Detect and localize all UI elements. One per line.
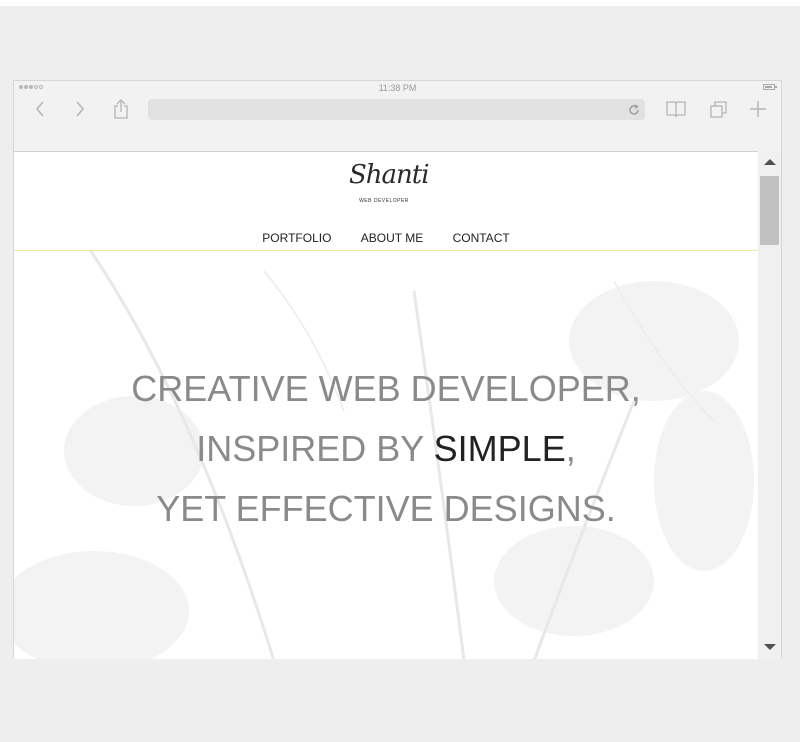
plus-icon[interactable] <box>747 98 769 120</box>
share-icon[interactable] <box>110 98 132 120</box>
site-header: Shanti WEB DEVELOPER PORTFOLIO ABOUT ME … <box>14 152 758 251</box>
nav-item-portfolio[interactable]: PORTFOLIO <box>262 231 331 245</box>
main-nav: PORTFOLIO ABOUT ME CONTACT <box>14 231 758 245</box>
hero-line-3: YET EFFECTIVE DESIGNS. <box>156 488 616 529</box>
address-bar[interactable] <box>148 99 645 120</box>
book-icon[interactable] <box>665 98 687 120</box>
chevron-right-icon[interactable] <box>69 98 91 120</box>
nav-item-about-me[interactable]: ABOUT ME <box>361 231 423 245</box>
vertical-scrollbar[interactable] <box>758 151 781 658</box>
logo-script: Shanti <box>349 160 430 190</box>
hero-highlight-word: SIMPLE <box>433 428 566 469</box>
hero-line-2: INSPIRED BY SIMPLE, <box>14 419 758 479</box>
page-top-strip <box>0 0 800 6</box>
hero-line-2-suffix: , <box>565 428 576 469</box>
scrollbar-thumb[interactable] <box>760 176 779 245</box>
tabs-icon[interactable] <box>708 98 730 120</box>
reload-icon[interactable] <box>628 103 640 115</box>
battery-icon <box>763 84 777 90</box>
site-logo[interactable]: Shanti WEB DEVELOPER <box>349 158 430 214</box>
hero-line-2-prefix: INSPIRED BY <box>196 428 434 469</box>
chevron-left-icon[interactable] <box>29 98 51 120</box>
hero-headline: CREATIVE WEB DEVELOPER, INSPIRED BY SIMP… <box>14 359 758 539</box>
logo-subtitle: WEB DEVELOPER <box>359 198 409 204</box>
status-time: 11:38 PM <box>378 83 417 93</box>
scroll-down-arrow-icon[interactable] <box>764 644 776 650</box>
browser-device-frame: 11:38 PM Shanti WEB DEVELOPER PORTFOLIO … <box>13 80 782 659</box>
browser-toolbar <box>14 95 781 125</box>
status-bar: 11:38 PM <box>14 81 781 95</box>
nav-item-contact[interactable]: CONTACT <box>453 231 510 245</box>
scroll-up-arrow-icon[interactable] <box>764 159 776 165</box>
web-page-viewport: Shanti WEB DEVELOPER PORTFOLIO ABOUT ME … <box>14 151 758 659</box>
hero-line-1: CREATIVE WEB DEVELOPER, <box>131 368 641 409</box>
